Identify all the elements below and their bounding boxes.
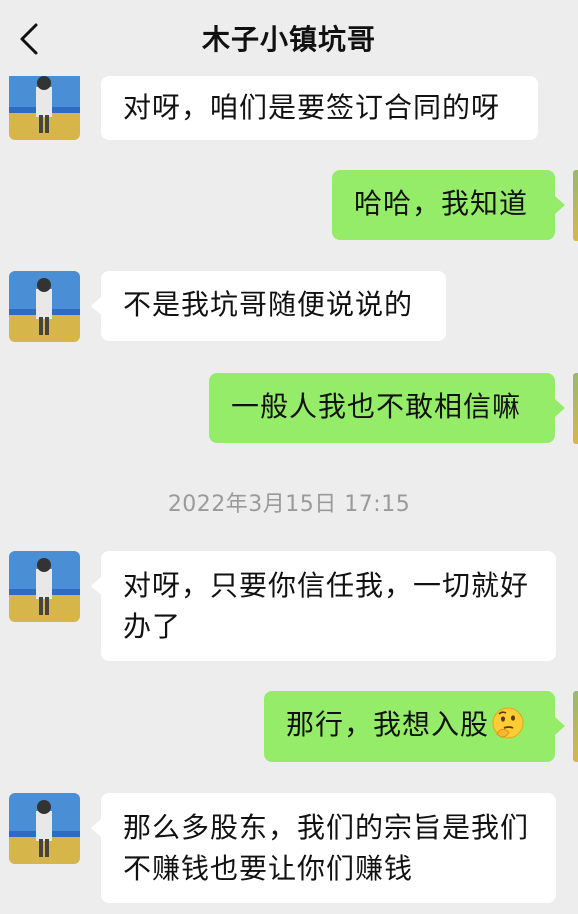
- avatar[interactable]: [9, 793, 80, 864]
- message-bubble[interactable]: 哈哈，我知道: [332, 170, 555, 240]
- message-text-line: 不赚钱也要让你们赚钱: [123, 852, 414, 885]
- message-timestamp: 2022年3月15日 17:15: [167, 492, 411, 517]
- avatar[interactable]: [9, 551, 80, 622]
- bubble-tail: [555, 717, 565, 735]
- avatar[interactable]: [573, 691, 578, 762]
- bubble-tail: [555, 196, 565, 214]
- message-text-line: 办了: [123, 610, 182, 643]
- bubble-tail: [555, 399, 565, 417]
- message-text: 一般人我也不敢相信嘛: [231, 390, 522, 423]
- message-text: 那行，我想入股: [286, 708, 490, 741]
- message-text-line: 那么多股东，我们的宗旨是我们: [123, 811, 530, 844]
- chat-header: 木子小镇坑哥: [0, 0, 578, 76]
- message-bubble[interactable]: 一般人我也不敢相信嘛: [209, 373, 555, 443]
- message-text-line: 对呀，只要你信任我，一切就好: [123, 569, 530, 602]
- bubble-tail: [91, 577, 101, 595]
- message-text: 对呀，咱们是要签订合同的呀: [123, 91, 501, 124]
- message-text: 哈哈，我知道: [354, 187, 529, 220]
- avatar[interactable]: [573, 373, 578, 444]
- message-bubble[interactable]: 那么多股东，我们的宗旨是我们 不赚钱也要让你们赚钱: [101, 793, 556, 903]
- message-bubble[interactable]: 那行，我想入股: [264, 691, 555, 762]
- message-bubble[interactable]: 对呀，只要你信任我，一切就好 办了: [101, 551, 556, 661]
- bubble-tail: [91, 297, 101, 315]
- chat-title: 木子小镇坑哥: [201, 23, 376, 56]
- message-text: 不是我坑哥随便说说的: [123, 288, 414, 321]
- message-bubble[interactable]: 对呀，咱们是要签订合同的呀: [101, 76, 538, 140]
- thinking-face-icon: [491, 706, 525, 740]
- message-bubble[interactable]: 不是我坑哥随便说说的: [101, 271, 446, 341]
- avatar[interactable]: [9, 69, 80, 140]
- bubble-tail: [91, 819, 101, 837]
- avatar[interactable]: [9, 271, 80, 342]
- avatar[interactable]: [573, 170, 578, 241]
